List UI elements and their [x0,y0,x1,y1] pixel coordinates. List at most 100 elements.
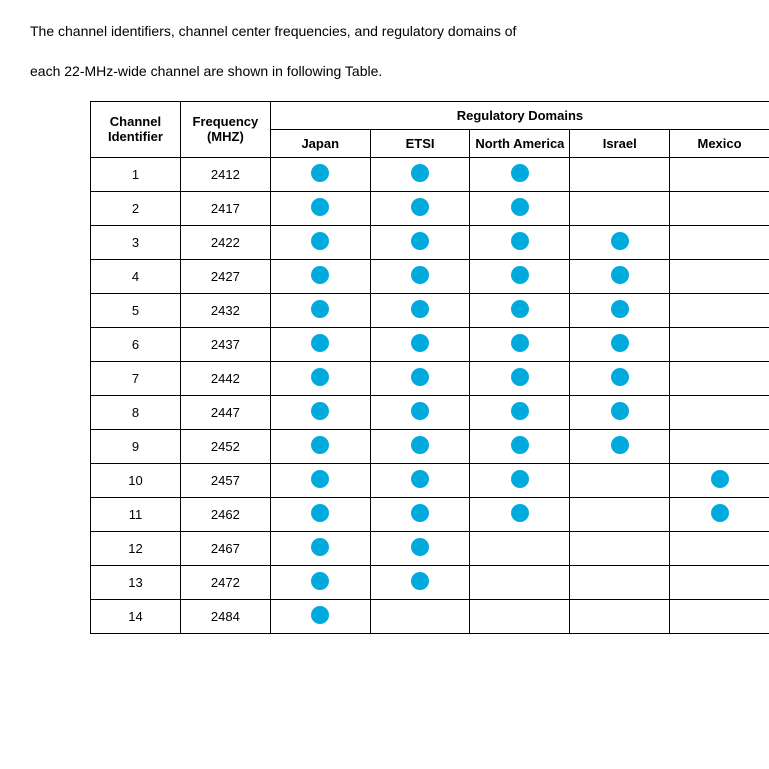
cell-frequency: 2422 [180,225,270,259]
table-row: 112462 [91,497,769,531]
dot-japan [311,300,329,318]
dot-israel [611,334,629,352]
dot-etsi [411,572,429,590]
cell-etsi [370,565,470,599]
cell-japan [270,225,370,259]
cell-japan [270,395,370,429]
cell-frequency: 2472 [180,565,270,599]
cell-japan [270,531,370,565]
cell-israel [570,361,670,395]
cell-mexico [670,157,769,191]
header-north-america: North America [470,129,570,157]
dot-north_america [511,266,529,284]
cell-etsi [370,157,470,191]
cell-israel [570,599,670,633]
dot-etsi [411,504,429,522]
cell-mexico [670,599,769,633]
table-row: 42427 [91,259,769,293]
dot-north_america [511,470,529,488]
dot-north_america [511,300,529,318]
table-row: 92452 [91,429,769,463]
cell-mexico [670,565,769,599]
cell-north_america [470,395,570,429]
cell-etsi [370,599,470,633]
table-row: 22417 [91,191,769,225]
table-row: 122467 [91,531,769,565]
cell-north_america [470,463,570,497]
dot-japan [311,266,329,284]
dot-etsi [411,470,429,488]
dot-north_america [511,232,529,250]
dot-etsi [411,198,429,216]
cell-japan [270,429,370,463]
cell-frequency: 2462 [180,497,270,531]
table-row: 82447 [91,395,769,429]
dot-etsi [411,538,429,556]
dot-japan [311,164,329,182]
cell-mexico [670,531,769,565]
cell-israel [570,395,670,429]
cell-frequency: 2447 [180,395,270,429]
dot-japan [311,470,329,488]
dot-etsi [411,368,429,386]
cell-japan [270,599,370,633]
cell-israel [570,497,670,531]
cell-israel [570,327,670,361]
cell-israel [570,191,670,225]
header-etsi: ETSI [370,129,470,157]
cell-frequency: 2457 [180,463,270,497]
cell-channel: 5 [91,293,181,327]
cell-japan [270,157,370,191]
cell-japan [270,327,370,361]
cell-israel [570,259,670,293]
cell-mexico [670,395,769,429]
dot-north_america [511,368,529,386]
cell-mexico [670,327,769,361]
table-row: 62437 [91,327,769,361]
cell-frequency: 2437 [180,327,270,361]
cell-channel: 3 [91,225,181,259]
intro-line2: each 22-MHz-wide channel are shown in fo… [30,60,739,82]
cell-japan [270,191,370,225]
cell-north_america [470,497,570,531]
dot-japan [311,402,329,420]
channel-table: Channel Identifier Frequency (MHZ) Regul… [90,101,769,634]
cell-north_america [470,225,570,259]
dot-etsi [411,232,429,250]
cell-frequency: 2442 [180,361,270,395]
header-mexico: Mexico [670,129,769,157]
cell-north_america [470,531,570,565]
dot-etsi [411,300,429,318]
cell-channel: 7 [91,361,181,395]
cell-north_america [470,429,570,463]
cell-japan [270,361,370,395]
dot-japan [311,232,329,250]
cell-japan [270,293,370,327]
cell-frequency: 2484 [180,599,270,633]
cell-north_america [470,157,570,191]
dot-japan [311,572,329,590]
dot-japan [311,606,329,624]
cell-north_america [470,191,570,225]
cell-channel: 14 [91,599,181,633]
cell-japan [270,497,370,531]
dot-mexico [711,504,729,522]
dot-japan [311,538,329,556]
cell-channel: 4 [91,259,181,293]
cell-etsi [370,497,470,531]
cell-israel [570,531,670,565]
cell-channel: 9 [91,429,181,463]
dot-israel [611,232,629,250]
header-israel: Israel [570,129,670,157]
dot-israel [611,368,629,386]
table-row: 72442 [91,361,769,395]
intro-line1: The channel identifiers, channel center … [30,20,739,42]
table-row: 52432 [91,293,769,327]
cell-channel: 8 [91,395,181,429]
cell-north_america [470,565,570,599]
cell-mexico [670,293,769,327]
dot-japan [311,198,329,216]
cell-frequency: 2427 [180,259,270,293]
cell-channel: 1 [91,157,181,191]
cell-etsi [370,429,470,463]
